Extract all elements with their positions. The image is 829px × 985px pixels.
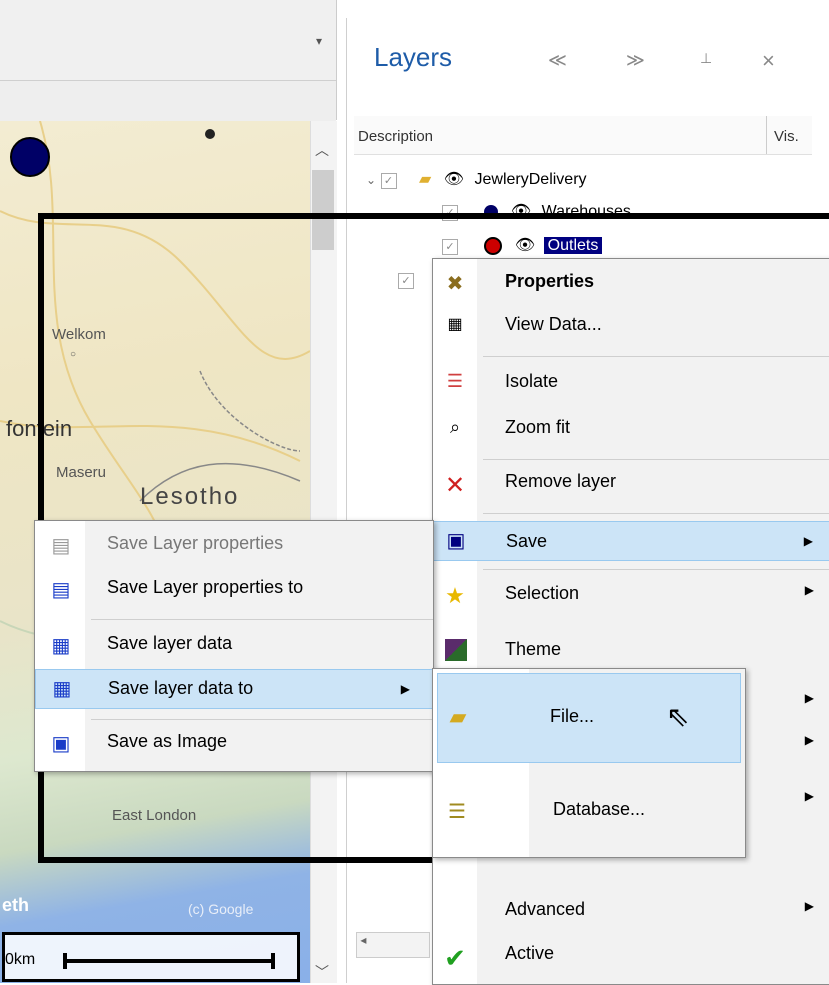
city-marker [205, 129, 215, 139]
menu-separator [483, 569, 829, 570]
submenu-arrow-icon: ▶ [804, 583, 814, 597]
warehouse-marker[interactable] [10, 137, 50, 177]
save-properties-to-icon: ▤ [51, 579, 71, 601]
menu-label: Zoom fit [505, 417, 571, 437]
menu-label: Theme [505, 639, 562, 659]
mouse-cursor-icon: ⇖ [666, 701, 690, 732]
scroll-down-icon[interactable]: ﹀ [315, 962, 329, 982]
menu-separator [91, 619, 433, 620]
menu-label: Save [506, 531, 548, 551]
column-divider [766, 116, 767, 154]
submenu-arrow-icon: ▶ [804, 899, 814, 913]
menu-item-active[interactable]: ✔ Active [433, 943, 829, 977]
menu-item-save-layer-data[interactable]: ▦ Save layer data [35, 633, 433, 667]
menu-item-save-layer-data-to[interactable]: ▦ Save layer data to ▶ [35, 669, 433, 709]
panel-title: Layers [374, 42, 453, 72]
menu-separator [483, 459, 829, 460]
menu-label: Advanced [505, 899, 586, 919]
map-attribution: (c) Google [188, 901, 254, 917]
submenu-arrow-icon: ▶ [804, 789, 814, 803]
remove-icon: ✕ [444, 472, 466, 499]
layer-label: JewleryDelivery [474, 171, 587, 188]
folder-icon: ▰ [418, 171, 432, 188]
menu-label: Save Layer properties to [107, 577, 304, 597]
chevron-down-icon[interactable]: ⌄ [366, 173, 376, 187]
pin-icon[interactable]: ⊥ [700, 50, 712, 67]
menu-icon-gutter [433, 259, 477, 984]
menu-label: Isolate [505, 371, 559, 391]
menu-label: Database... [553, 799, 646, 819]
save-data-icon: ▦ [51, 635, 71, 657]
save-image-icon: ▣ [51, 733, 71, 755]
submenu-arrow-icon: ▶ [803, 534, 813, 548]
menu-label: View Data... [505, 314, 602, 334]
column-header: Description Vis. [354, 116, 812, 155]
horizontal-scrollbar[interactable]: ◂ [356, 932, 430, 958]
scroll-up-icon[interactable]: ︿ [315, 140, 329, 160]
tools-icon: ✖ [446, 273, 464, 295]
scale-bar: 0km [2, 932, 300, 982]
menu-separator [483, 513, 829, 514]
menu-label: Selection [505, 583, 580, 603]
map-header-bar [0, 80, 336, 122]
menu-item-selection[interactable]: ★ Selection ▶ [433, 583, 829, 617]
visibility-checkbox[interactable]: ✓ [380, 173, 397, 189]
menu-item-save-as-image[interactable]: ▣ Save as Image [35, 731, 433, 765]
menu-item-advanced[interactable]: Advanced ▶ [433, 899, 829, 933]
isolate-icon: ☰ [446, 371, 464, 391]
column-visible[interactable]: Vis. [774, 128, 799, 145]
map-label-eth: eth [2, 895, 29, 915]
submenu-arrow-icon: ▶ [804, 733, 814, 747]
folder-icon: ▰ [449, 704, 467, 729]
submenu-arrow-icon: ▶ [804, 691, 814, 705]
menu-label: Save layer data to [108, 678, 254, 698]
save-to-submenu: ▰ File... ⇖ ☰ Database... [432, 668, 746, 858]
theme-icon [445, 639, 467, 661]
forward-icon[interactable]: ≫ [626, 50, 645, 71]
dropdown-arrow-icon[interactable]: ▾ [316, 34, 322, 48]
save-data-to-icon: ▦ [52, 678, 72, 700]
menu-item-save[interactable]: ▣ Save ▶ [433, 521, 829, 561]
menu-separator [91, 719, 433, 720]
close-icon[interactable]: × [762, 48, 775, 74]
menu-item-zoom-fit[interactable]: ⌕ Zoom fit [433, 417, 829, 451]
table-icon: ▦ [447, 316, 463, 333]
menu-label: Save Layer properties [107, 533, 284, 553]
star-icon: ★ [445, 583, 465, 608]
check-icon: ✔ [444, 943, 466, 973]
menu-separator [483, 356, 829, 357]
layer-context-menu: ✖ Properties ▦ View Data... ☰ Isolate ⌕ … [432, 258, 829, 985]
scale-tick-right [271, 953, 275, 969]
menu-label: File... [550, 706, 595, 726]
scale-tick-left [63, 953, 67, 969]
save-submenu: ▤ Save Layer properties ▤ Save Layer pro… [34, 520, 434, 772]
menu-label: Active [505, 943, 555, 963]
column-description[interactable]: Description [358, 128, 433, 145]
menu-item-file[interactable]: ▰ File... ⇖ [437, 673, 741, 763]
submenu-arrow-icon: ▶ [400, 682, 410, 696]
menu-item-database[interactable]: ☰ Database... [433, 769, 745, 853]
zoom-fit-icon: ⌕ [449, 417, 461, 437]
back-icon[interactable]: ≪ [548, 50, 567, 71]
tree-row-jewlerydelivery[interactable]: ⌄ ✓ ▰ 👁 JewleryDelivery [366, 166, 587, 194]
menu-item-save-layer-properties[interactable]: ▤ Save Layer properties [35, 533, 433, 567]
properties-doc-icon: ▤ [51, 535, 71, 557]
menu-label: Remove layer [505, 471, 617, 491]
eye-icon: 👁 [443, 171, 465, 188]
menu-label: Properties [505, 271, 595, 291]
menu-item-properties[interactable]: ✖ Properties [433, 271, 829, 305]
menu-label: Save layer data [107, 633, 233, 653]
scale-label: 0km [5, 951, 36, 968]
scale-line [65, 959, 273, 963]
menu-item-remove-layer[interactable]: ✕ Remove layer [433, 471, 829, 505]
menu-label: Save as Image [107, 731, 228, 751]
save-icon: ▣ [446, 530, 466, 552]
menu-item-isolate[interactable]: ☰ Isolate [433, 371, 829, 405]
menu-item-view-data[interactable]: ▦ View Data... [433, 314, 829, 348]
menu-item-save-layer-properties-to[interactable]: ▤ Save Layer properties to [35, 577, 433, 611]
database-icon: ☰ [448, 801, 466, 823]
